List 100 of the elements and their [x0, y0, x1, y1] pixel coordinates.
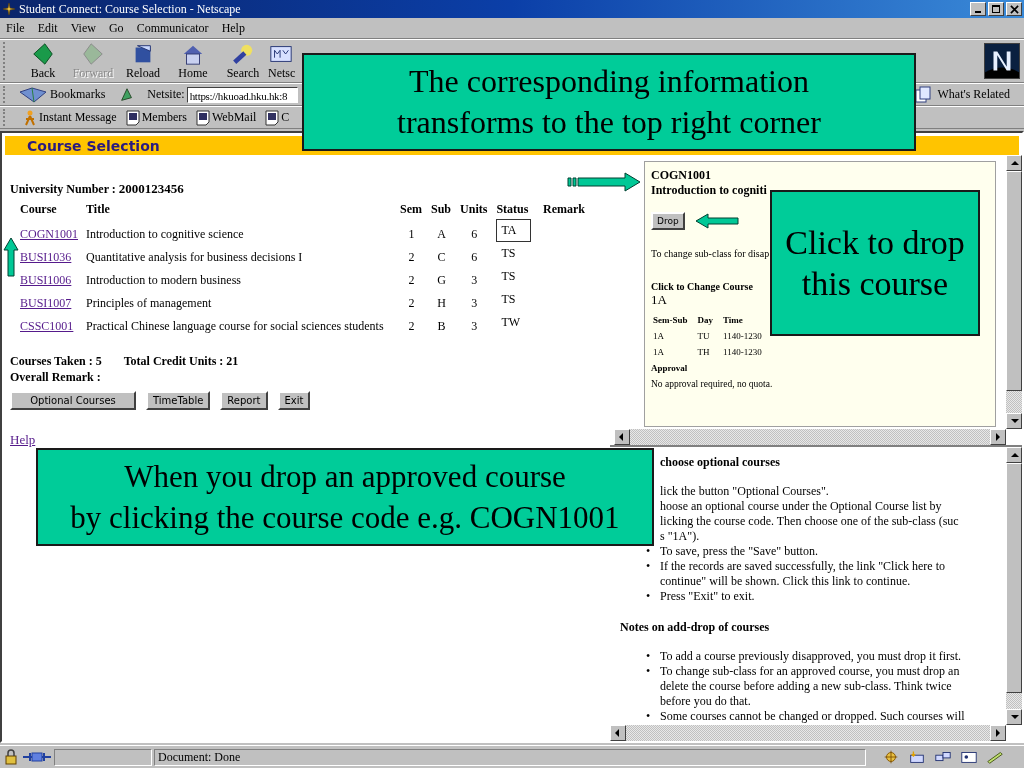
form-button[interactable]: Exit	[277, 391, 311, 410]
status-cell: TA	[496, 219, 532, 242]
university-number: University Number : 2000123456	[10, 181, 185, 197]
change-course-label: Click to Change Course	[651, 281, 753, 292]
status-cell-text: TS	[500, 245, 517, 262]
bookmark-link[interactable]: Instant Message	[23, 109, 117, 126]
toolbar-button[interactable]: Home	[168, 41, 218, 81]
vertical-scrollbar[interactable]	[1006, 447, 1022, 725]
status-text: Document: Done	[154, 748, 866, 766]
table-cell: Quantitative analysis for business decisions I	[86, 250, 303, 264]
menu-item[interactable]: View	[70, 20, 96, 36]
status-cell-text: TW	[500, 314, 522, 331]
sub-class-link[interactable]: 1A	[651, 292, 667, 308]
table-cell: Practical Chinese language course for social sciences students	[86, 319, 384, 333]
help-heading: choose optional courses	[659, 455, 781, 470]
mail-icon[interactable]	[908, 749, 926, 765]
column-header: Title	[85, 201, 111, 218]
column-header: Sub	[430, 201, 453, 218]
horizontal-scrollbar[interactable]	[614, 429, 1006, 445]
toolbar-button[interactable]: Reload	[118, 41, 168, 81]
table-cell: H	[437, 296, 446, 310]
location-label: Netsite:	[147, 87, 185, 102]
drop-button[interactable]: Drop	[651, 212, 685, 230]
overall-remark: Overall Remark :	[10, 370, 102, 385]
left-arrow	[694, 213, 739, 229]
notes-heading: Notes on add-drop of courses	[620, 620, 771, 635]
person-icon	[23, 109, 37, 126]
instruction-item: If the records are saved successfully, the link "Click here to continue" will be shown. Click this link to continue.	[660, 559, 946, 589]
callout-box: When you drop an approved course by clicking the course code e.g. COGN1001	[36, 448, 654, 546]
note-item: To add a course previously disapproved, you must drop it first.	[660, 649, 962, 664]
course-code-link[interactable]: BUSI1007	[20, 296, 72, 310]
column-header: Sem-Sub	[652, 314, 689, 327]
netscape-logo[interactable]	[984, 43, 1020, 79]
bullet-marker: •	[646, 544, 651, 558]
up-arrow	[3, 237, 19, 277]
navigator-icon[interactable]	[882, 749, 900, 765]
approval-text: No approval required, no quota.	[651, 379, 773, 389]
vertical-scrollbar[interactable]	[1006, 155, 1022, 429]
course-code-link[interactable]: CSSC1001	[20, 319, 74, 333]
bookmarks-button[interactable]: Bookmarks	[18, 85, 106, 104]
lock-icon[interactable]	[2, 749, 20, 765]
address-book-icon[interactable]	[960, 749, 978, 765]
page-heading: Course Selection	[27, 137, 160, 154]
form-button[interactable]: Optional Courses	[10, 391, 136, 410]
help-link[interactable]: Help	[10, 432, 36, 448]
menu-item[interactable]: File	[6, 20, 25, 36]
restore-button[interactable]	[988, 2, 1004, 16]
location-field[interactable]: https://hkuoad.hku.hk:8	[186, 86, 298, 103]
table-cell: C	[437, 250, 446, 264]
bullet-marker: •	[646, 649, 651, 663]
table-cell: 6	[471, 250, 478, 264]
horizontal-scrollbar[interactable]	[610, 725, 1006, 741]
table-cell: A	[437, 227, 446, 241]
page-icon	[125, 109, 140, 126]
composer-icon[interactable]	[986, 749, 1004, 765]
toolbar-button[interactable]: Search	[218, 41, 268, 81]
column-header: Day	[696, 314, 714, 327]
instruction-item: lick the button "Optional Courses".	[660, 484, 829, 499]
bullet-marker: •	[646, 664, 651, 678]
toolbar-button[interactable]: Back	[18, 41, 68, 81]
bookmark-link[interactable]: WebMail	[196, 109, 257, 126]
menu-item[interactable]: Go	[108, 20, 124, 36]
table-cell: G	[437, 273, 446, 287]
approval-label: Approval	[651, 363, 688, 373]
form-button[interactable]: Report	[220, 391, 268, 410]
callout-box: The corresponding information transforms to the top right corner	[302, 53, 916, 151]
page-icon	[196, 109, 210, 126]
table-cell: TU	[697, 331, 710, 341]
course-title: Introduction to cogniti	[651, 183, 767, 198]
bookmark-link[interactable]: Members	[125, 109, 187, 126]
menu-item[interactable]: Help	[221, 20, 245, 36]
sub-class-note: To change sub-class for disap	[651, 248, 770, 259]
table-cell: 6	[471, 227, 478, 241]
table-cell: 3	[471, 296, 478, 310]
note-item: To change sub-class for an approved course, you must drop an delete the course before adding a new sub-class. Think twice before you do that.	[660, 664, 960, 709]
column-header: Units	[459, 201, 489, 218]
column-header: Time	[722, 314, 744, 327]
status-cell-text: TS	[500, 291, 517, 308]
table-cell: Introduction to cognitive science	[86, 227, 244, 241]
page-icon	[265, 109, 280, 126]
table-cell: 1140-1230	[723, 331, 762, 341]
back-arrow-icon	[30, 41, 56, 66]
connection-icon	[22, 749, 52, 765]
course-code-link[interactable]: COGN1001	[20, 227, 78, 241]
menu-item[interactable]: Edit	[37, 20, 58, 36]
close-button[interactable]	[1006, 2, 1022, 16]
column-header: Remark	[542, 201, 587, 218]
form-button[interactable]: TimeTable	[146, 391, 211, 410]
course-code: COGN1001	[651, 168, 711, 183]
bookmark-link[interactable]: C	[265, 109, 290, 126]
toolbar-button[interactable]: Netsc	[268, 41, 299, 81]
column-header: Status	[492, 200, 540, 219]
table-cell: 1	[408, 227, 415, 241]
note-item: Some courses cannot be changed or dropped. Such courses will	[660, 709, 965, 724]
table-cell: 2	[408, 250, 415, 264]
course-code-link[interactable]: BUSI1036	[20, 250, 72, 264]
minimize-button[interactable]	[970, 2, 986, 16]
course-code-link[interactable]: BUSI1006	[20, 273, 72, 287]
table-cell: Introduction to modern business	[86, 273, 241, 287]
menu-item[interactable]: Communicator	[136, 20, 209, 36]
